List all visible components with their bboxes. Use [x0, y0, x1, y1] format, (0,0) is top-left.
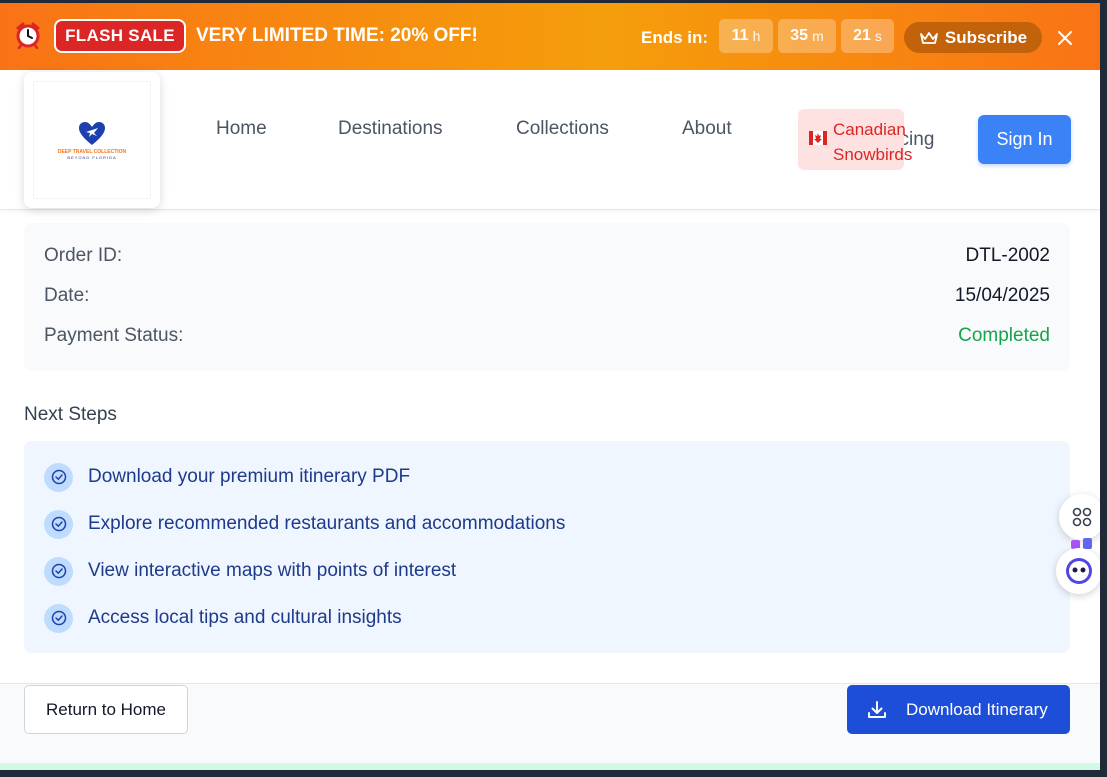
download-itinerary-button[interactable]: Download Itinerary	[847, 685, 1070, 734]
next-steps-list: Download your premium itinerary PDF Expl…	[24, 441, 1070, 653]
next-step-text: Download your premium itinerary PDF	[88, 466, 411, 487]
next-steps-title: Next Steps	[24, 404, 117, 425]
canadian-label-line2: Snowbirds	[833, 145, 913, 164]
download-icon	[868, 701, 886, 718]
list-item: View interactive maps with points of int…	[44, 556, 456, 586]
flash-sale-banner: FLASH SALE VERY LIMITED TIME: 20% OFF! E…	[0, 0, 1100, 70]
next-step-text: View interactive maps with points of int…	[88, 560, 457, 581]
logo: DEEP TRAVEL COLLECTION BEYOND FLORIDA	[33, 81, 151, 199]
next-step-text: Access local tips and cultural insights	[88, 607, 402, 628]
crown-icon	[919, 31, 938, 44]
promo-text: VERY LIMITED TIME: 20% OFF!	[196, 25, 478, 46]
heart-plane-logo-icon	[79, 121, 105, 145]
list-item: Download your premium itinerary PDF	[44, 462, 410, 492]
countdown-seconds-value: 21	[853, 27, 871, 44]
order-summary-card: Order ID: DTL-2002 Date: 15/04/2025 Paym…	[24, 223, 1070, 371]
logo-link[interactable]: DEEP TRAVEL COLLECTION BEYOND FLORIDA	[24, 72, 160, 208]
order-id-label: Order ID:	[44, 245, 123, 266]
logo-subtitle: BEYOND FLORIDA	[67, 154, 117, 160]
site-header: DEEP TRAVEL COLLECTION BEYOND FLORIDA Ho…	[0, 70, 1100, 210]
canada-flag-icon	[809, 131, 827, 145]
list-item: Access local tips and cultural insights	[44, 603, 402, 633]
order-date-value: 15/04/2025	[954, 285, 1050, 306]
order-id-value: DTL-2002	[965, 245, 1051, 266]
bottom-divider	[0, 763, 1100, 770]
subscribe-button[interactable]: Subscribe	[904, 22, 1042, 53]
action-bar: Return to Home Download Itinerary	[0, 683, 1100, 763]
nav-home[interactable]: Home	[216, 118, 267, 140]
countdown-seconds: 21 s	[841, 19, 894, 53]
check-circle-icon	[44, 556, 73, 586]
canadian-label-line1: Canadian	[833, 120, 906, 139]
order-date-label: Date:	[44, 285, 90, 306]
payment-status-label: Payment Status:	[44, 325, 184, 346]
alarm-clock-icon	[16, 22, 40, 49]
countdown-label: Ends in:	[641, 28, 709, 47]
list-item: Explore recommended restaurants and acco…	[44, 509, 565, 539]
countdown-seconds-unit: s	[874, 28, 882, 44]
payment-status-value: Completed	[958, 325, 1050, 346]
countdown-minutes-unit: m	[812, 28, 824, 44]
close-icon[interactable]	[1056, 29, 1074, 47]
countdown-hours: 11 h	[719, 19, 773, 53]
check-circle-icon	[44, 509, 73, 539]
countdown-hours-value: 11	[731, 27, 749, 44]
nav-about[interactable]: About	[682, 118, 732, 140]
countdown-minutes: 35 m	[778, 19, 836, 53]
next-step-text: Explore recommended restaurants and acco…	[88, 513, 566, 534]
assistant-face-icon	[1066, 558, 1092, 584]
subscribe-label: Subscribe	[944, 27, 1028, 47]
download-itinerary-label: Download Itinerary	[906, 700, 1048, 719]
canadian-snowbirds-label: Canadian Snowbirds	[833, 117, 912, 167]
return-home-button[interactable]: Return to Home	[24, 685, 188, 734]
countdown-minutes-value: 35	[790, 27, 809, 44]
nav-canadian-snowbirds[interactable]: Canadian Snowbirds	[798, 109, 912, 170]
page-frame: FLASH SALE VERY LIMITED TIME: 20% OFF! E…	[0, 0, 1100, 770]
nav-destinations[interactable]: Destinations	[338, 118, 443, 140]
assistant-widget-button[interactable]	[1056, 548, 1100, 594]
check-circle-icon	[44, 603, 73, 633]
check-circle-icon	[44, 462, 73, 492]
sign-in-button[interactable]: Sign In	[978, 115, 1071, 164]
countdown-hours-unit: h	[752, 28, 761, 44]
nav-collections[interactable]: Collections	[516, 118, 609, 140]
flash-sale-badge: FLASH SALE	[54, 19, 186, 53]
